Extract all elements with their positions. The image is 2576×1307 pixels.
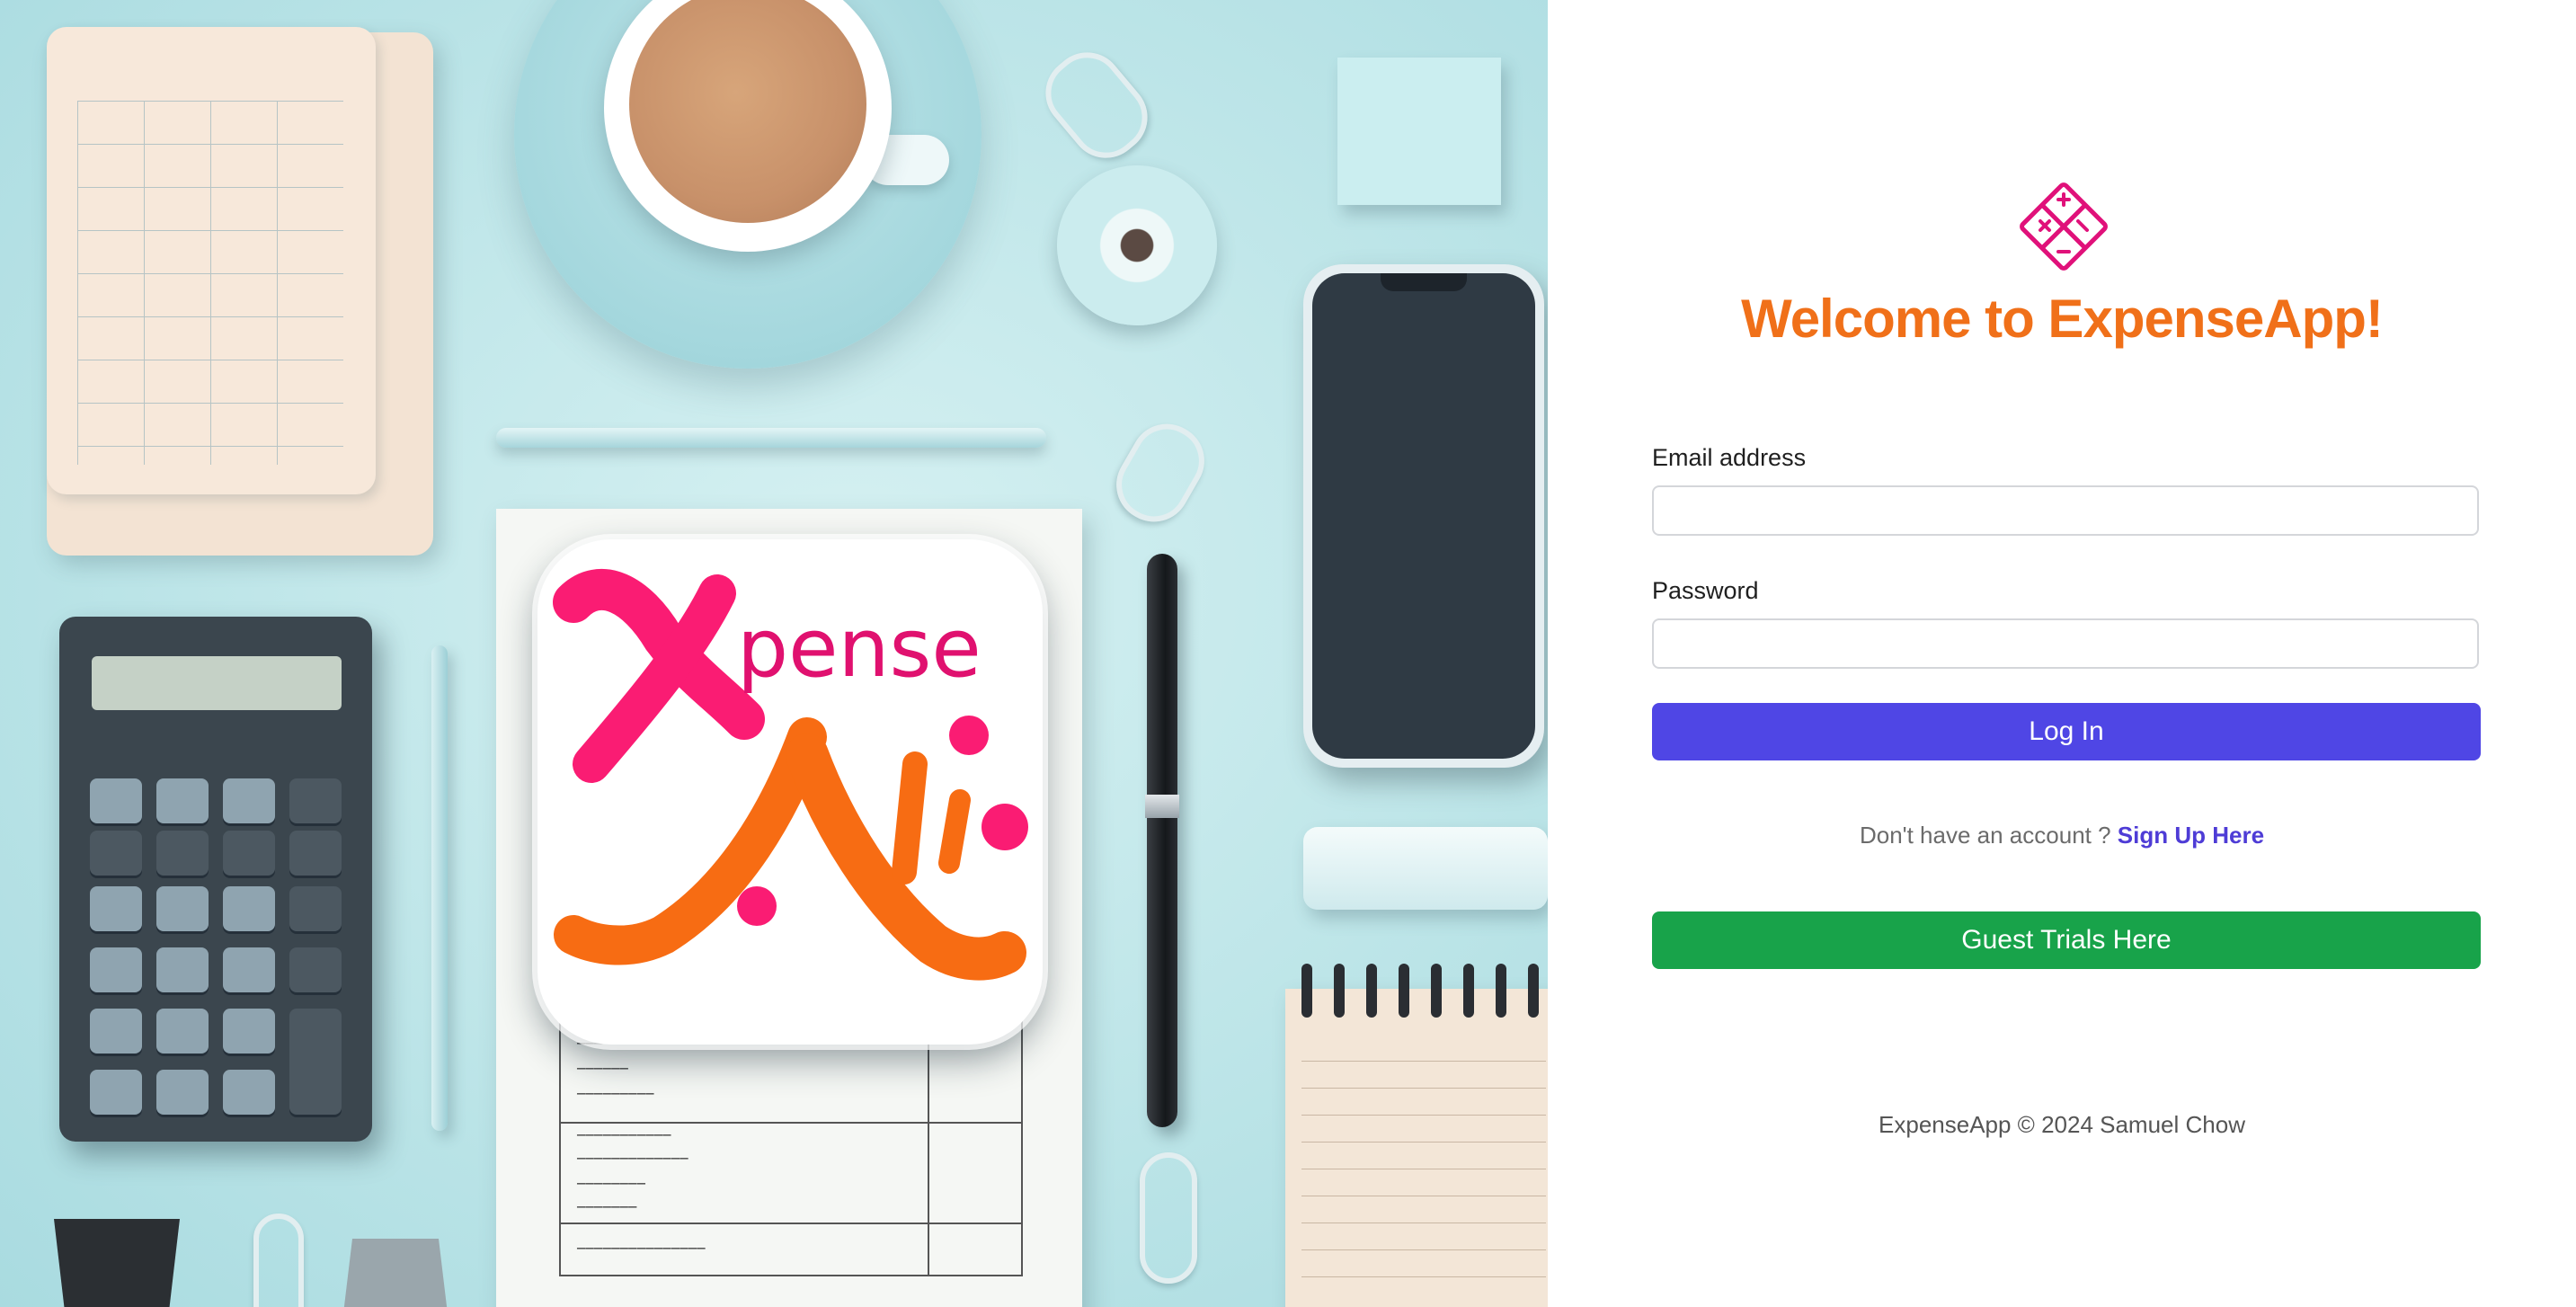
notebook-ring xyxy=(1528,964,1539,1018)
paperclip xyxy=(1140,1152,1197,1284)
calculator-key xyxy=(156,831,209,876)
calculator-key xyxy=(289,778,342,823)
hero-image-panel: ────── ── ────── ─ ──────── ─── ──────── ──… xyxy=(0,0,1548,1307)
footer-text: ExpenseApp © 2024 Samuel Chow xyxy=(1879,1111,2245,1138)
receipt-line: ───────── xyxy=(577,1086,654,1102)
pen-band xyxy=(1145,795,1179,818)
paperclip xyxy=(1103,411,1218,535)
calculator-key xyxy=(223,1009,275,1054)
calculator-key xyxy=(223,1070,275,1115)
notebook-ring xyxy=(1399,964,1409,1018)
tape-roll xyxy=(1057,165,1217,325)
page-title: Welcome to ExpenseApp! xyxy=(1741,289,2384,349)
calculator-key xyxy=(90,778,142,823)
notebook-lines xyxy=(1301,1061,1546,1303)
calculator-screen xyxy=(92,656,342,710)
notebook-ring xyxy=(1431,964,1442,1018)
login-button[interactable]: Log In xyxy=(1652,703,2481,760)
smartphone-screen xyxy=(1312,273,1535,759)
guest-trial-button[interactable]: Guest Trials Here xyxy=(1652,911,2481,969)
signup-link[interactable]: Sign Up Here xyxy=(2118,822,2264,849)
calculator-key xyxy=(289,947,342,992)
calculator-key xyxy=(289,1009,342,1115)
calculator-key xyxy=(90,947,142,992)
receipt-line: ───────────── xyxy=(577,1151,688,1167)
calculator-key xyxy=(223,886,275,931)
notebook-ring xyxy=(1301,964,1312,1018)
calculator-key xyxy=(90,886,142,931)
email-label: Email address xyxy=(1652,444,1807,471)
paper-roll xyxy=(1303,827,1548,910)
paperclip xyxy=(253,1214,304,1307)
paperclip xyxy=(1031,37,1162,173)
email-field[interactable] xyxy=(1652,485,2479,536)
receipt-line: ─────── xyxy=(577,1199,637,1215)
calculator-key xyxy=(90,1070,142,1115)
calculator-key xyxy=(156,778,209,823)
calculator-key xyxy=(156,1070,209,1115)
pen-vertical xyxy=(431,645,448,1131)
logo-text: pense xyxy=(737,601,982,696)
calculator-key xyxy=(156,947,209,992)
password-label: Password xyxy=(1652,577,1759,604)
calculator-key xyxy=(223,778,275,823)
smartphone-notch xyxy=(1381,273,1467,291)
sticky-note xyxy=(1337,58,1501,205)
login-panel: Welcome to ExpenseApp! Email address Pas… xyxy=(1548,0,2576,1307)
calculator-key xyxy=(223,831,275,876)
calculator-diamond-icon xyxy=(2020,182,2108,271)
calculator-key xyxy=(156,886,209,931)
notebook-ring xyxy=(1366,964,1377,1018)
notebook-ring xyxy=(1463,964,1474,1018)
pen-horizontal xyxy=(496,428,1046,448)
signup-prompt: Don't have an account ? xyxy=(1859,822,2118,849)
calculator-key xyxy=(289,886,342,931)
receipt-line: ──────── xyxy=(577,1176,646,1192)
receipt-line: ─────────── xyxy=(577,1127,671,1143)
notebook-ring xyxy=(1496,964,1506,1018)
signup-row: Don't have an account ? Sign Up Here xyxy=(1548,822,2576,849)
calculator-key xyxy=(223,947,275,992)
binder-clip xyxy=(342,1239,449,1307)
receipt-line: ─────────────── xyxy=(577,1240,706,1257)
notepad-grid xyxy=(77,101,343,465)
receipt-line: ────── xyxy=(577,1061,629,1077)
pen-black xyxy=(1147,554,1177,1127)
calculator-key xyxy=(156,1009,209,1054)
app-logo-tile: pense xyxy=(537,539,1043,1045)
binder-clip xyxy=(54,1219,180,1307)
password-field[interactable] xyxy=(1652,618,2479,669)
expense-ai-logo: pense xyxy=(553,568,1028,981)
calculator-key xyxy=(90,1009,142,1054)
calculator-key xyxy=(289,831,342,876)
calculator-key xyxy=(90,831,142,876)
notebook-ring xyxy=(1334,964,1345,1018)
